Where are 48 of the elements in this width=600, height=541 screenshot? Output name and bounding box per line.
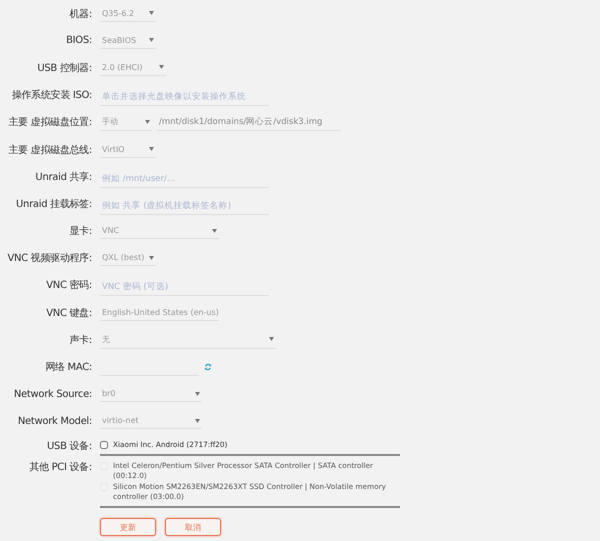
field-label: VNC 密码:: [45, 278, 92, 292]
dropdown[interactable]: 无: [100, 330, 276, 349]
dropdown[interactable]: 手动: [100, 113, 152, 132]
field-label: Network Source:: [12, 388, 92, 400]
field-label: 网络 MAC:: [44, 361, 92, 374]
checkbox[interactable]: [100, 441, 108, 449]
field-label: USB 控制器:: [36, 62, 92, 75]
caret-icon: [149, 38, 154, 42]
path-field[interactable]: /mnt/disk1/domains/网心云/vdisk3.img: [157, 114, 341, 131]
field-label: Unraid 共享:: [34, 170, 92, 184]
field-label: 声卡:: [68, 334, 92, 347]
caret-icon: [149, 11, 154, 16]
dropdown[interactable]: VNC: [100, 223, 219, 240]
field-label: 主要 虚拟磁盘位置:: [7, 116, 92, 130]
caret-icon: [269, 337, 274, 342]
dropdown[interactable]: virtio-net: [100, 413, 202, 430]
dropdown[interactable]: 2.0 (EHCI): [100, 60, 166, 76]
field-label: VNC 键盘:: [45, 306, 92, 320]
text-field[interactable]: 单击并选择光盘映像以安装操作系统: [100, 89, 269, 106]
dropdown[interactable]: English-United States (en-us): [100, 304, 219, 321]
field-label: 主要 虚拟磁盘总线:: [7, 144, 92, 157]
dropdown[interactable]: Q35-6.2: [100, 6, 156, 22]
caret-icon: [149, 256, 154, 260]
field-label: BIOS:: [65, 35, 92, 46]
text-field[interactable]: 例如 /mnt/user/...: [100, 170, 269, 188]
caret-icon: [195, 392, 200, 396]
dropdown[interactable]: QXL (best): [100, 250, 156, 266]
caret-icon: [212, 228, 217, 233]
caret-icon: [195, 418, 200, 423]
refresh-icon[interactable]: [204, 363, 212, 372]
field-label: 显卡:: [68, 224, 92, 238]
caret-icon: [149, 147, 154, 152]
caret-icon: [159, 65, 164, 70]
caret-icon: [145, 120, 150, 124]
field-label: 其他 PCI 设备:: [28, 460, 92, 474]
dropdown[interactable]: SeaBIOS: [100, 32, 156, 49]
dropdown[interactable]: br0: [100, 386, 202, 402]
dropdown[interactable]: VirtIO: [100, 142, 156, 158]
field-label: VNC 视频驱动程序:: [6, 252, 92, 266]
field-label: USB 设备:: [46, 440, 92, 453]
text-field[interactable]: 例如 共享 (虚拟机挂载标签名称): [100, 198, 269, 215]
field-label: Network Model:: [16, 416, 92, 427]
text-field[interactable]: VNC 密码 (可选): [100, 279, 269, 296]
update-button[interactable]: 更新: [100, 518, 156, 536]
cancel-button[interactable]: 取消: [165, 518, 221, 536]
field-label: Unraid 挂载标签:: [15, 198, 92, 211]
field-label: 操作系统安装 ISO:: [10, 88, 92, 102]
field-label: 机器:: [68, 8, 92, 21]
